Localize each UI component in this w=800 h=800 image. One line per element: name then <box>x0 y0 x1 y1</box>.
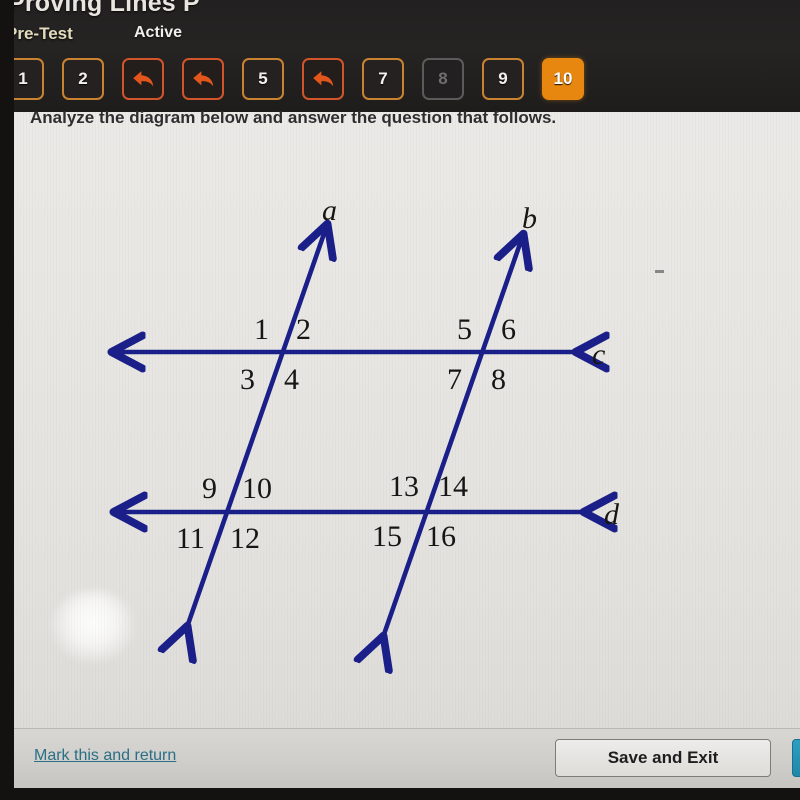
question-nav-label: 5 <box>258 69 268 88</box>
quiz-topbar: Proving Lines P Pre-Test Active 1 2 5 7 8 9 10 <box>0 0 800 118</box>
transversal-line-b <box>382 238 522 640</box>
question-nav-2[interactable]: 2 <box>62 58 104 100</box>
question-nav-8: 8 <box>422 58 464 100</box>
question-nav-5[interactable]: 5 <box>242 58 284 100</box>
angle-label-6: 6 <box>501 313 516 346</box>
question-nav-flagged-6[interactable] <box>302 58 344 100</box>
angle-label-3: 3 <box>240 363 255 396</box>
back-arrow-icon <box>193 71 214 87</box>
question-nav-9[interactable]: 9 <box>482 58 524 100</box>
question-nav-label: 2 <box>78 69 88 88</box>
line-label-b: b <box>522 202 537 235</box>
question-nav-flagged-3[interactable] <box>122 58 164 100</box>
question-nav-7[interactable]: 7 <box>362 58 404 100</box>
question-nav-label: 1 <box>18 69 28 88</box>
question-nav-10[interactable]: 10 <box>542 58 584 100</box>
angle-label-14: 14 <box>438 470 468 503</box>
angle-label-16: 16 <box>426 520 456 553</box>
transversal-line-a <box>186 228 326 630</box>
line-label-d: d <box>604 498 619 531</box>
question-nav-label: 10 <box>553 69 573 88</box>
angle-label-8: 8 <box>491 363 506 396</box>
photo-edge-bottom <box>0 788 800 800</box>
angle-label-9: 9 <box>202 472 217 505</box>
angle-label-5: 5 <box>457 313 472 346</box>
question-footer: Mark this and return Save and Exit <box>14 728 800 788</box>
angle-label-12: 12 <box>230 522 260 555</box>
angle-label-11: 11 <box>176 522 205 555</box>
photo-edge-left <box>0 0 14 800</box>
page-title: Proving Lines P <box>8 0 200 17</box>
back-arrow-icon <box>313 71 334 87</box>
back-arrow-icon <box>133 71 154 87</box>
question-nav-flagged-4[interactable] <box>182 58 224 100</box>
screenshot-root: Proving Lines P Pre-Test Active 1 2 5 7 8 9 10… <box>0 0 800 800</box>
question-nav-label: 8 <box>438 69 448 88</box>
angle-label-15: 15 <box>372 520 402 553</box>
line-label-c: c <box>592 338 606 371</box>
angle-label-2: 2 <box>296 313 311 346</box>
question-nav-label: 9 <box>498 69 508 88</box>
angle-label-7: 7 <box>447 363 462 396</box>
angle-label-10: 10 <box>242 472 272 505</box>
angle-label-13: 13 <box>389 470 419 503</box>
mark-this-and-return-link[interactable]: Mark this and return <box>34 747 176 765</box>
question-navigator: 1 2 5 7 8 9 10 <box>2 58 602 100</box>
line-label-a: a <box>322 194 337 227</box>
assignment-type-label: Pre-Test <box>6 24 73 43</box>
save-and-exit-button[interactable]: Save and Exit <box>555 739 771 777</box>
geometry-diagram <box>14 112 800 728</box>
assignment-status-label: Active <box>134 24 183 41</box>
angle-label-1: 1 <box>254 313 269 346</box>
next-button[interactable] <box>792 739 800 777</box>
question-page: Analyze the diagram below and answer the… <box>14 108 800 728</box>
question-nav-label: 7 <box>378 69 388 88</box>
angle-label-4: 4 <box>284 363 299 396</box>
